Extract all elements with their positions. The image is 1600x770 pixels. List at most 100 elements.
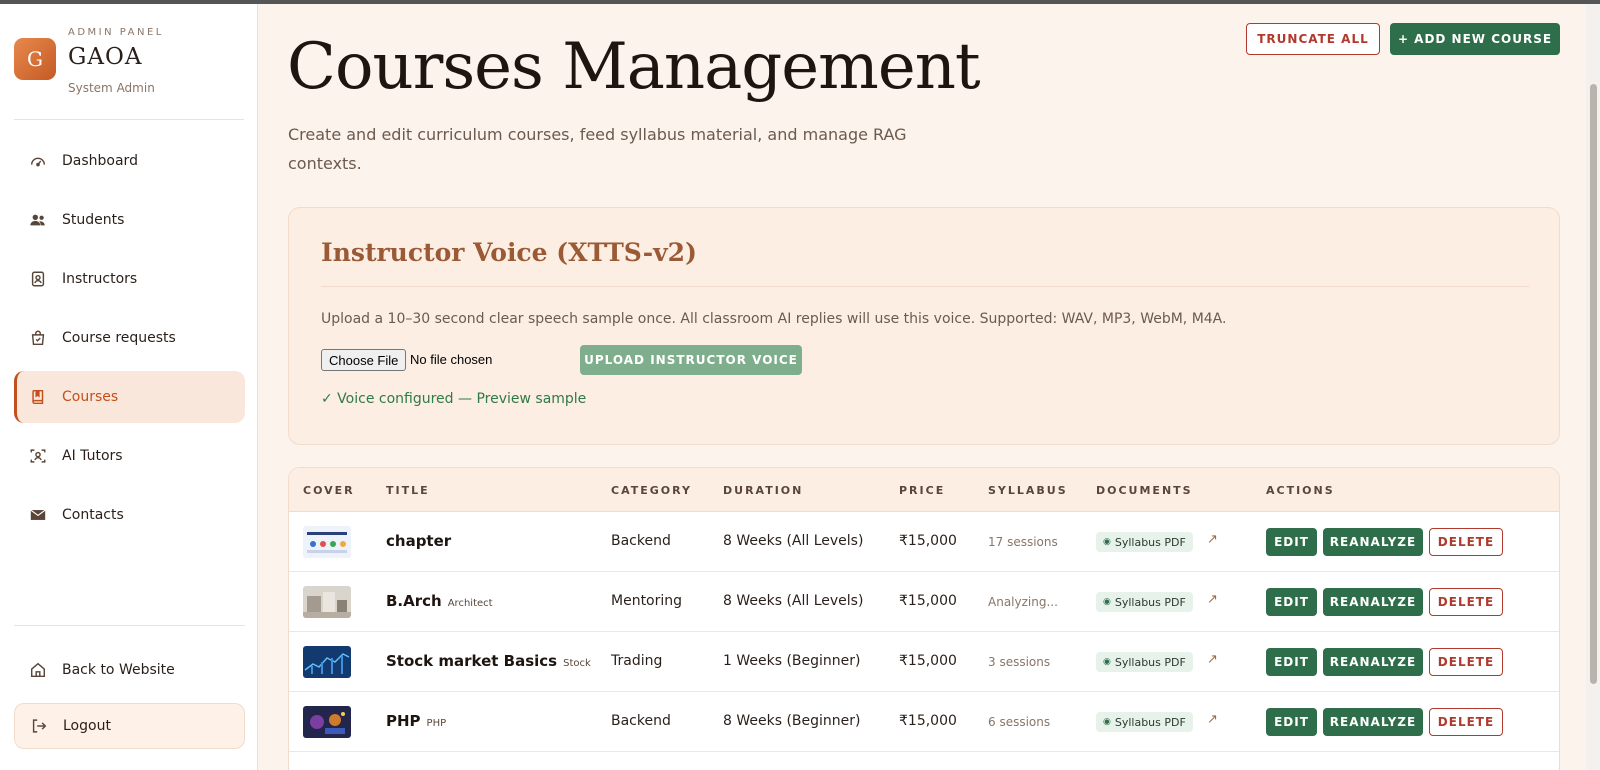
- voice-card-divider: [321, 286, 1529, 287]
- book-icon: [28, 387, 48, 407]
- edit-button[interactable]: EDIT: [1266, 528, 1317, 556]
- main-content: Courses Management Create and edit curri…: [258, 4, 1600, 770]
- column-header-syllabus: SYLLABUS: [988, 484, 1068, 497]
- syllabus-pdf-link[interactable]: ◉ Syllabus PDF: [1096, 652, 1193, 672]
- sidebar-item-label: Instructors: [62, 271, 138, 287]
- table-row: B.Arch Architect Mentoring 8 Weeks (All L…: [289, 572, 1559, 632]
- table-header: COVER TITLE CATEGORY DURATION PRICE SYLL…: [289, 468, 1559, 512]
- table-row: PHP PHP Backend 8 Weeks (Beginner) ₹15,00…: [289, 692, 1559, 752]
- page-title: Courses Management: [287, 30, 981, 104]
- course-cover-image: [303, 646, 351, 678]
- sidebar-item-courses[interactable]: Courses: [14, 371, 245, 423]
- course-syllabus-status: 17 sessions: [988, 535, 1058, 549]
- choose-file-button[interactable]: Choose File: [321, 349, 407, 371]
- sidebar-item-dashboard[interactable]: Dashboard: [14, 135, 245, 187]
- edit-document-icon[interactable]: ↗: [1207, 532, 1218, 547]
- course-syllabus-status: 6 sessions: [988, 715, 1051, 729]
- truncate-all-button[interactable]: TRUNCATE ALL: [1246, 23, 1380, 55]
- sidebar-item-ai-tutors[interactable]: AI Tutors: [14, 430, 245, 482]
- sidebar-nav: Dashboard Students Instructors Course re…: [14, 135, 245, 548]
- logout-button[interactable]: Logout: [14, 703, 245, 749]
- course-tag: PHP: [426, 718, 447, 729]
- logout-icon: [29, 716, 49, 736]
- sidebar-item-students[interactable]: Students: [14, 194, 245, 246]
- voice-card-title: Instructor Voice (XTTS-v2): [321, 238, 697, 267]
- user-focus-icon: [28, 446, 48, 466]
- voice-description: Upload a 10–30 second clear speech sampl…: [321, 311, 1227, 327]
- edit-button[interactable]: EDIT: [1266, 588, 1317, 616]
- sidebar-divider: [14, 625, 245, 626]
- course-duration: 1 Weeks (Beginner): [723, 653, 861, 669]
- page-subtitle: Create and edit curriculum courses, feed…: [288, 125, 907, 173]
- sidebar-item-contacts[interactable]: Contacts: [14, 489, 245, 541]
- sidebar-item-back-to-website[interactable]: Back to Website: [14, 644, 245, 696]
- edit-document-icon[interactable]: ↗: [1207, 592, 1218, 607]
- course-cover-image: [303, 706, 351, 738]
- sidebar-item-label: Dashboard: [62, 153, 138, 169]
- edit-button[interactable]: EDIT: [1266, 708, 1317, 736]
- course-syllabus-status: Analyzing...: [988, 595, 1058, 609]
- course-title: chapter: [386, 532, 452, 550]
- courses-table: COVER TITLE CATEGORY DURATION PRICE SYLL…: [288, 467, 1560, 770]
- course-duration: 8 Weeks (All Levels): [723, 533, 864, 549]
- brand: G ADMIN PANEL GAOA System Admin: [14, 22, 244, 120]
- shopping-bag-icon: [28, 328, 48, 348]
- sidebar-item-label: Back to Website: [62, 662, 175, 678]
- page-scrollbar[interactable]: [1586, 4, 1600, 770]
- sidebar-item-label: Contacts: [62, 507, 124, 523]
- sidebar-bottom-nav: Back to Website Logout: [14, 644, 245, 756]
- sidebar-item-label: Course requests: [62, 330, 176, 346]
- sidebar-item-instructors[interactable]: Instructors: [14, 253, 245, 305]
- eye-icon: ◉: [1103, 657, 1111, 667]
- course-price: ₹15,000: [899, 593, 957, 609]
- reanalyze-button[interactable]: REANALYZE: [1323, 528, 1423, 556]
- column-header-category: CATEGORY: [611, 484, 692, 497]
- envelope-icon: [28, 505, 48, 525]
- delete-button[interactable]: DELETE: [1429, 588, 1503, 616]
- eye-icon: ◉: [1103, 597, 1111, 607]
- sidebar-item-label: Students: [62, 212, 125, 228]
- home-icon: [28, 660, 48, 680]
- instructor-voice-card: Instructor Voice (XTTS-v2) Upload a 10–3…: [288, 207, 1560, 445]
- eye-icon: ◉: [1103, 717, 1111, 727]
- column-header-price: PRICE: [899, 484, 946, 497]
- reanalyze-button[interactable]: REANALYZE: [1323, 708, 1423, 736]
- course-category: Trading: [611, 653, 663, 669]
- sidebar: G ADMIN PANEL GAOA System Admin Dashboar…: [0, 4, 258, 770]
- delete-button[interactable]: DELETE: [1429, 648, 1503, 676]
- voice-status-link[interactable]: ✓ Voice configured — Preview sample: [321, 391, 586, 407]
- course-cover-image: [303, 586, 351, 618]
- brand-role: System Admin: [68, 81, 155, 95]
- scrollbar-thumb[interactable]: [1590, 84, 1597, 684]
- column-header-documents: DOCUMENTS: [1096, 484, 1193, 497]
- brand-kicker: ADMIN PANEL: [68, 27, 164, 38]
- sidebar-item-course-requests[interactable]: Course requests: [14, 312, 245, 364]
- course-title: B.Arch Architect: [386, 592, 493, 610]
- course-duration: 8 Weeks (All Levels): [723, 593, 864, 609]
- users-icon: [28, 210, 48, 230]
- column-header-actions: ACTIONS: [1266, 484, 1335, 497]
- syllabus-pdf-link[interactable]: ◉ Syllabus PDF: [1096, 592, 1193, 612]
- course-tag: Stock: [563, 658, 591, 669]
- column-header-title: TITLE: [386, 484, 430, 497]
- course-title: Stock market Basics Stock: [386, 652, 591, 670]
- delete-button[interactable]: DELETE: [1429, 528, 1503, 556]
- course-category: Mentoring: [611, 593, 683, 609]
- table-row: Stock market Basics Stock Trading 1 Weeks…: [289, 632, 1559, 692]
- column-header-duration: DURATION: [723, 484, 804, 497]
- edit-button[interactable]: EDIT: [1266, 648, 1317, 676]
- course-title: PHP PHP: [386, 712, 447, 730]
- add-new-course-button[interactable]: + ADD NEW COURSE: [1390, 23, 1560, 55]
- reanalyze-button[interactable]: REANALYZE: [1323, 648, 1423, 676]
- edit-document-icon[interactable]: ↗: [1207, 712, 1218, 727]
- sidebar-item-label: AI Tutors: [62, 448, 123, 464]
- delete-button[interactable]: DELETE: [1429, 708, 1503, 736]
- syllabus-pdf-link[interactable]: ◉ Syllabus PDF: [1096, 712, 1193, 732]
- course-price: ₹15,000: [899, 653, 957, 669]
- sidebar-item-label: Courses: [62, 389, 119, 405]
- reanalyze-button[interactable]: REANALYZE: [1323, 588, 1423, 616]
- edit-document-icon[interactable]: ↗: [1207, 652, 1218, 667]
- eye-icon: ◉: [1103, 537, 1111, 547]
- syllabus-pdf-link[interactable]: ◉ Syllabus PDF: [1096, 532, 1193, 552]
- upload-instructor-voice-button[interactable]: UPLOAD INSTRUCTOR VOICE: [580, 345, 802, 375]
